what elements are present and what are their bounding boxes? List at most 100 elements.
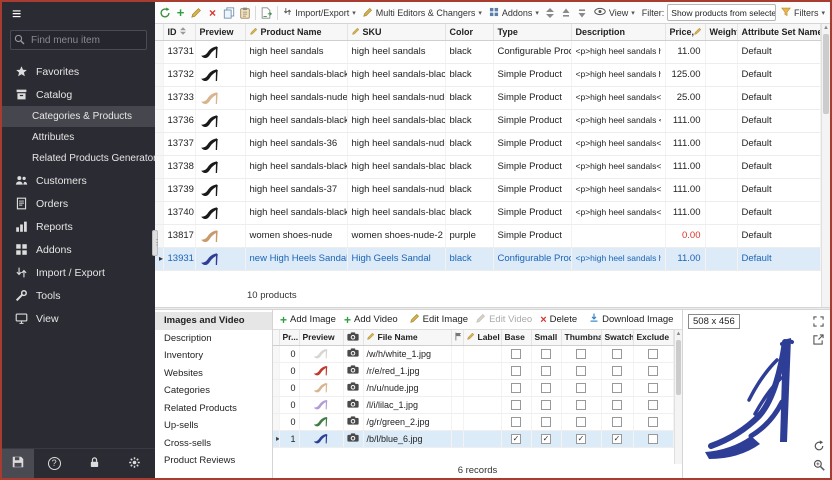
menu-search-input[interactable] xyxy=(10,30,147,50)
sidebar-item-tools[interactable]: Tools xyxy=(2,284,155,307)
small-checkbox[interactable] xyxy=(541,417,551,427)
sidebar-item-orders[interactable]: Orders xyxy=(2,192,155,215)
product-row[interactable]: 13738high heel sandals-black-37high heel… xyxy=(155,155,821,178)
thumbnail-checkbox[interactable] xyxy=(576,417,586,427)
product-row[interactable]: 13731high heel sandalshigh heel sandalsb… xyxy=(155,40,821,63)
exclude-checkbox[interactable] xyxy=(648,383,658,393)
product-row[interactable]: 13737high heel sandals-36high heel sanda… xyxy=(155,132,821,155)
scroll-up-icon[interactable]: ▲ xyxy=(675,330,682,339)
swatch-checkbox[interactable] xyxy=(612,349,622,359)
copy-icon[interactable] xyxy=(222,5,235,21)
multi-editors-menu[interactable]: Multi Editors & Changers▾ xyxy=(361,6,484,20)
small-checkbox[interactable] xyxy=(541,349,551,359)
small-checkbox[interactable]: ✓ xyxy=(541,434,551,444)
col-header-label[interactable]: Label xyxy=(463,330,501,345)
base-checkbox[interactable] xyxy=(511,417,521,427)
sidebar-item-related-products-generator[interactable]: Related Products Generator xyxy=(2,148,155,169)
save-data-button[interactable] xyxy=(2,449,34,478)
add-product-icon[interactable]: + xyxy=(174,5,187,21)
import-export-menu[interactable]: Import/Export▾ xyxy=(281,5,358,20)
paste-icon[interactable] xyxy=(238,5,251,21)
product-row[interactable]: 13732high heel sandals-blackhigh heel sa… xyxy=(155,63,821,86)
col-header-price[interactable]: Price, xyxy=(665,24,705,40)
edit-icon[interactable] xyxy=(190,5,203,21)
base-checkbox[interactable] xyxy=(511,366,521,376)
tab-product-reviews[interactable]: Product Reviews xyxy=(155,452,272,470)
col-header-swatch[interactable]: Swatch xyxy=(601,330,633,345)
col-header-sku[interactable]: SKU xyxy=(347,24,445,40)
col-header-file-name[interactable]: File Name xyxy=(363,330,451,345)
exclude-checkbox[interactable] xyxy=(648,417,658,427)
zoom-icon[interactable] xyxy=(812,458,825,471)
exclude-checkbox[interactable] xyxy=(648,366,658,376)
image-row[interactable]: 0/n/u/nude.jpg xyxy=(273,379,674,396)
thumbnail-checkbox[interactable] xyxy=(576,400,586,410)
tab-related-products[interactable]: Related Products xyxy=(155,400,272,418)
col-header-position[interactable]: Pr... xyxy=(279,330,299,345)
scroll-up-icon[interactable]: ▲ xyxy=(822,24,830,33)
image-row[interactable]: 0/r/e/red_1.jpg xyxy=(273,362,674,379)
image-row[interactable]: 0/l/i/lilac_1.jpg xyxy=(273,396,674,413)
col-header-type[interactable]: Type xyxy=(493,24,571,40)
base-checkbox[interactable] xyxy=(511,400,521,410)
sidebar-item-favorites[interactable]: Favorites xyxy=(2,60,155,83)
help-icon[interactable]: ? xyxy=(48,457,61,470)
tab-images-and-video[interactable]: Images and Video xyxy=(155,312,272,330)
swatch-checkbox[interactable] xyxy=(612,366,622,376)
base-checkbox[interactable]: ✓ xyxy=(511,434,521,444)
tab-websites[interactable]: Websites xyxy=(155,365,272,383)
tab-up-sells[interactable]: Up-sells xyxy=(155,417,272,435)
product-row[interactable]: 13817women shoes-nudewomen shoes-nude-2p… xyxy=(155,224,821,247)
sidebar-item-categories-products[interactable]: Categories & Products xyxy=(2,106,155,127)
thumbnail-checkbox[interactable] xyxy=(576,383,586,393)
product-row[interactable]: ▸13931new High Heels SandalsHigh Geels S… xyxy=(155,247,821,270)
hamburger-menu-icon[interactable]: ≡ xyxy=(2,2,155,28)
rotate-icon[interactable] xyxy=(812,439,825,452)
addons-menu[interactable]: Addons▾ xyxy=(487,6,541,20)
swatch-checkbox[interactable] xyxy=(612,417,622,427)
tab-inventory[interactable]: Inventory xyxy=(155,347,272,365)
small-checkbox[interactable] xyxy=(541,400,551,410)
sidebar-item-addons[interactable]: Addons xyxy=(2,238,155,261)
grid-scrollbar[interactable]: ▲ ▼ xyxy=(821,24,830,307)
sidebar-item-customers[interactable]: Customers xyxy=(2,169,155,192)
filters-menu[interactable]: Filters▾ xyxy=(779,6,827,20)
add-video-button[interactable]: +Add Video xyxy=(341,312,401,328)
sort-desc-icon[interactable] xyxy=(576,5,589,21)
sidebar-item-reports[interactable]: Reports xyxy=(2,215,155,238)
col-header-description[interactable]: Description xyxy=(571,24,665,40)
thumbnail-checkbox[interactable] xyxy=(576,349,586,359)
col-header-preview[interactable]: Preview xyxy=(195,24,245,40)
sidebar-item-import-export[interactable]: Import / Export xyxy=(2,261,155,284)
delete-image-button[interactable]: ×Delete xyxy=(537,313,580,327)
swatch-checkbox[interactable] xyxy=(612,383,622,393)
col-header-img-preview[interactable]: Preview xyxy=(299,330,343,345)
base-checkbox[interactable] xyxy=(511,383,521,393)
col-header-id[interactable]: ID xyxy=(163,24,195,40)
tab-categories[interactable]: Categories xyxy=(155,382,272,400)
tab-description[interactable]: Description xyxy=(155,330,272,348)
swatch-checkbox[interactable]: ✓ xyxy=(612,434,622,444)
lock-icon[interactable] xyxy=(88,456,101,472)
exclude-checkbox[interactable] xyxy=(648,434,658,444)
thumbnail-checkbox[interactable]: ✓ xyxy=(576,434,586,444)
col-header-attribute-set[interactable]: Attribute Set Name xyxy=(737,24,821,40)
sort-asc-icon[interactable] xyxy=(560,5,573,21)
sidebar-item-catalog[interactable]: Catalog xyxy=(2,83,155,106)
edit-image-button[interactable]: Edit Image xyxy=(407,312,471,327)
fullscreen-icon[interactable] xyxy=(812,315,825,328)
settings-gear-icon[interactable] xyxy=(128,456,141,472)
product-row[interactable]: 13740high heel sandals-black-38high heel… xyxy=(155,201,821,224)
image-row[interactable]: 0/g/r/green_2.jpg xyxy=(273,413,674,430)
image-size-label[interactable]: 508 x 456 xyxy=(688,314,740,329)
small-checkbox[interactable] xyxy=(541,383,551,393)
filter-select[interactable]: Show products from selected categories ▾ xyxy=(667,4,776,21)
image-row[interactable]: 0/w/h/white_1.jpg xyxy=(273,345,674,362)
product-row[interactable]: 13733high heel sandals-nudehigh heel san… xyxy=(155,86,821,109)
col-header-color[interactable]: Color xyxy=(445,24,493,40)
images-scrollbar[interactable]: ▲ ▼ xyxy=(674,330,682,464)
refresh-icon[interactable] xyxy=(158,5,171,21)
sidebar-item-view[interactable]: View xyxy=(2,307,155,330)
thumbnail-checkbox[interactable] xyxy=(576,366,586,376)
tab-cross-sells[interactable]: Cross-sells xyxy=(155,435,272,453)
